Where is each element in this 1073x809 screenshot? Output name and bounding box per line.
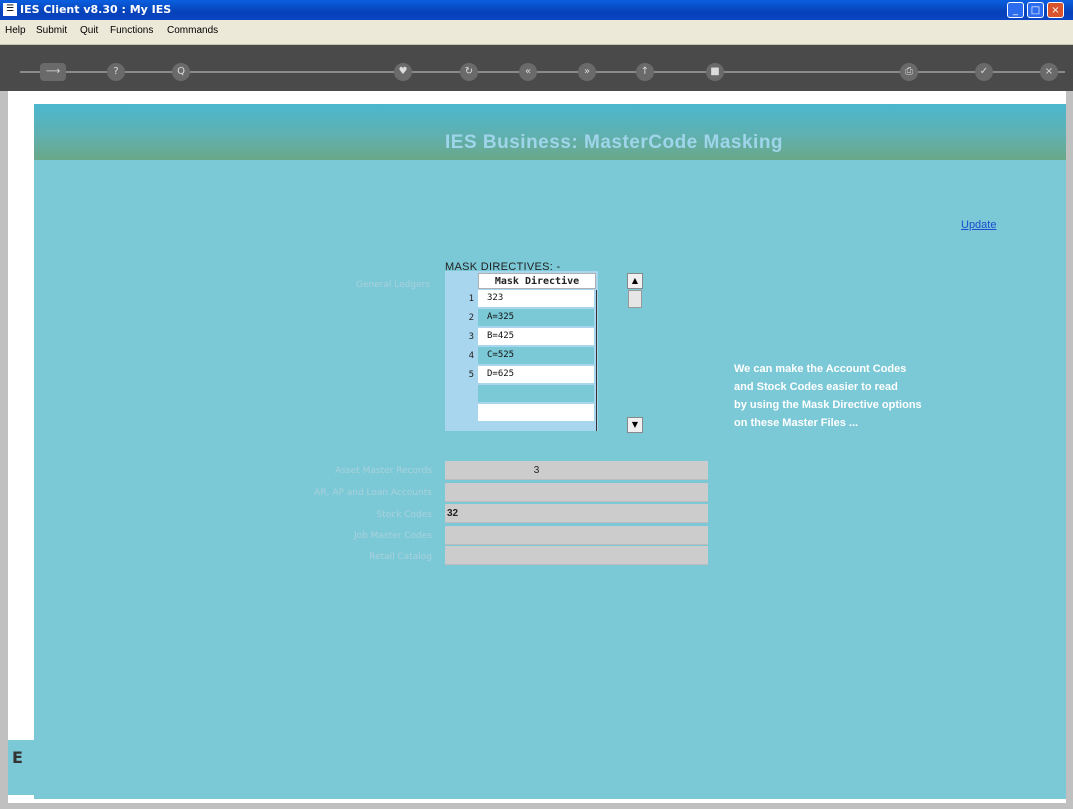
info-line: We can make the Account Codes [734,363,907,375]
menu-commands[interactable]: Commands [167,24,218,38]
print-icon[interactable]: ⎙ [900,63,918,81]
minimize-button[interactable]: _ [1007,2,1024,18]
info-line: by using the Mask Directive options [734,399,922,411]
info-line: and Stock Codes easier to read [734,381,898,393]
mask-cell[interactable] [478,385,594,402]
scroll-thumb[interactable] [628,290,642,308]
retail-catalog-label: Retail Catalog [369,552,432,562]
job-master-field[interactable] [445,526,708,545]
mask-cell[interactable]: A=325 [478,309,594,326]
side-panel-stub[interactable]: E [8,740,34,795]
scroll-up-icon[interactable]: ▲ [627,273,643,289]
stock-codes-label: Stock Codes [376,510,433,520]
mask-cell[interactable]: D=625 [478,366,594,383]
scroll-down-icon[interactable]: ▼ [627,417,643,433]
menu-submit[interactable]: Submit [36,24,67,38]
back-icon[interactable]: « [519,63,537,81]
mask-cell[interactable]: C=525 [478,347,594,364]
window-title-bar[interactable]: ☰ IES Client v8.30 : My IES _ □ × [0,0,1073,20]
menu-help[interactable]: Help [5,24,26,38]
row-number: 3 [468,332,474,342]
update-link[interactable]: Update [961,219,996,231]
close-window-button[interactable]: × [1047,2,1064,18]
maximize-button[interactable]: □ [1027,2,1044,18]
window-title: IES Client v8.30 : My IES [20,3,172,16]
app-icon: ☰ [3,3,17,16]
page-title: IES Business: MasterCode Masking [445,132,784,153]
row-number: 1 [468,294,474,304]
row-number: 2 [468,313,474,323]
ar-ap-loan-label: AR, AP and Loan Accounts [314,488,432,498]
check-icon[interactable]: ✓ [975,63,993,81]
menu-bar: Help Submit Quit Functions Commands [0,20,1073,45]
side-stub-label: E [12,748,23,767]
stop-icon[interactable]: ■ [706,63,724,81]
retail-catalog-field[interactable] [445,546,708,565]
info-line: on these Master Files ... [734,417,859,429]
search-icon[interactable]: Q [172,63,190,81]
row-number: 4 [468,351,474,361]
arrow-icon[interactable]: ⟶ [40,63,66,81]
heart-icon[interactable]: ♥ [394,63,412,81]
stock-codes-field[interactable]: 32 [445,504,708,523]
mask-cell[interactable]: B=425 [478,328,594,345]
menu-functions[interactable]: Functions [110,24,153,38]
row-number: 5 [468,370,474,380]
mask-cell[interactable] [478,404,594,421]
info-text: We can make the Account Codes and Stock … [734,360,994,432]
ar-ap-loan-field[interactable] [445,483,708,502]
asset-master-label: Asset Master Records [335,466,432,476]
mask-cell[interactable]: 323 [478,290,594,307]
left-strip [8,91,34,803]
grid-divider [596,290,597,431]
close-icon[interactable]: × [1040,63,1058,81]
mask-grid-header: Mask Directive [478,273,596,289]
forward-icon[interactable]: » [578,63,596,81]
asset-master-field[interactable]: 3 [445,461,708,480]
toolbar: ⟶ ? Q ♥ ↻ « » ↑ ■ ⎙ ✓ × [0,45,1073,91]
help-icon[interactable]: ? [107,63,125,81]
menu-quit[interactable]: Quit [80,24,98,38]
content-area [34,104,1066,799]
job-master-label: Job Master Codes [353,531,432,541]
refresh-icon[interactable]: ↻ [460,63,478,81]
general-ledgers-label: General Ledgers [355,280,430,290]
up-icon[interactable]: ↑ [636,63,654,81]
